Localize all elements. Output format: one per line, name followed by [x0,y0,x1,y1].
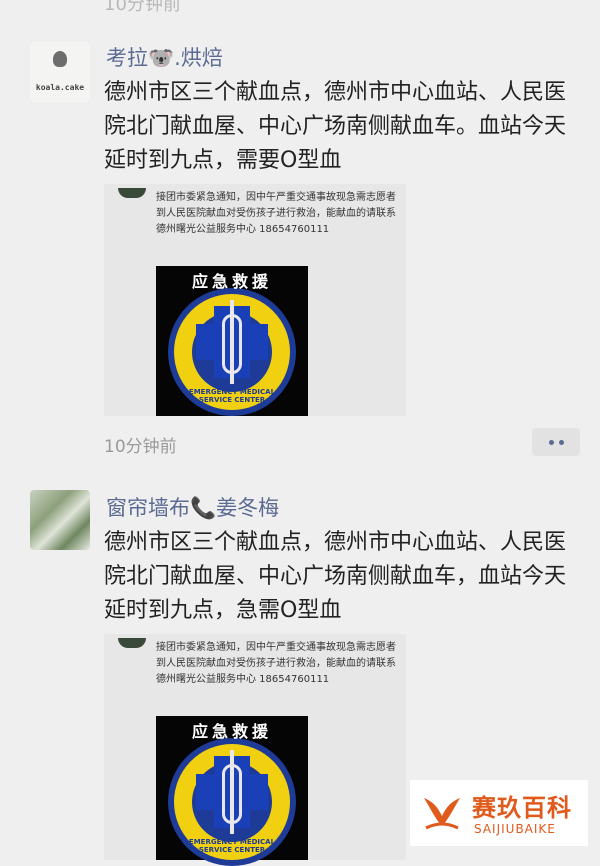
shared-text: 接团市委紧急通知，因中午严重交通事故现急需志愿者到人民医院献血对受伤孩子进行救治… [156,642,396,685]
avatar[interactable]: koala.cake [30,42,90,102]
watermark-brand-cn: 赛玖百科 [472,794,572,822]
snake-icon [222,314,242,374]
author-name[interactable]: 窗帘墙布📞姜冬梅 [106,492,279,522]
ems-title: 应急救援 [191,722,272,741]
avatar[interactable] [30,490,90,550]
avatar-logo-text: koala.cake [35,83,85,92]
dot-icon [549,440,554,445]
shared-content-card[interactable]: 接团市委紧急通知，因中午严重交通事故现急需志愿者到人民医院献血对受伤孩子进行救治… [104,184,406,416]
ems-ring-text: EMERGENCY MEDICAL SERVICE CENTER [188,388,276,404]
post-text: 德州市区三个献血点，德州市中心血站、人民医院北门献血屋、中心广场南侧献血车。血站… [104,80,567,173]
post-text: 德州市区三个献血点，德州市中心血站、人民医院北门献血屋、中心广场南侧献血车，血站… [104,530,567,623]
share-avatar-icon [118,638,146,648]
whale-tail-icon [424,798,460,830]
watermark-logo: 赛玖百科 SAIJIUBAIKE [410,780,588,846]
author-name[interactable]: 考拉🐨.烘焙 [106,42,223,72]
ems-title: 应急救援 [191,272,272,291]
previous-post-time: 10分钟前 [104,0,181,15]
snake-icon [222,764,242,824]
emergency-rescue-image[interactable]: EMERGENCY MEDICAL SERVICE CENTER 应急救援 [156,716,308,866]
koala-icon [53,51,67,67]
shared-content-card[interactable]: 接团市委紧急通知，因中午严重交通事故现急需志愿者到人民医院献血对受伤孩子进行救治… [104,634,406,866]
share-avatar-icon [118,188,146,198]
post-time: 10分钟前 [104,437,177,457]
emergency-rescue-image[interactable]: EMERGENCY MEDICAL SERVICE CENTER 应急救援 [156,266,308,416]
ems-ring-text: EMERGENCY MEDICAL SERVICE CENTER [188,838,276,854]
dot-icon [559,440,564,445]
watermark-brand-en: SAIJIUBAIKE [474,822,556,836]
more-button[interactable] [532,428,580,456]
shared-text: 接团市委紧急通知，因中午严重交通事故现急需志愿者到人民医院献血对受伤孩子进行救治… [156,192,396,235]
